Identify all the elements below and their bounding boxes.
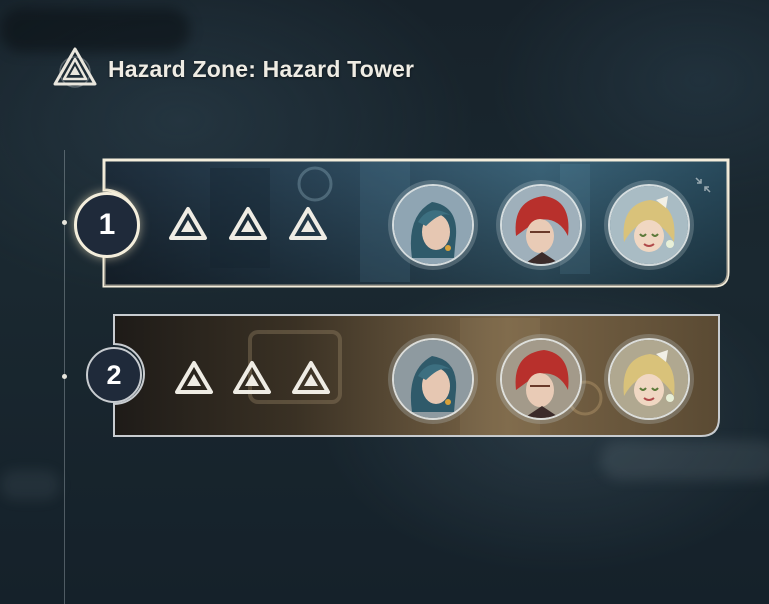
page-title: Hazard Zone: Hazard Tower bbox=[108, 55, 415, 82]
teal-haired-character-avatar[interactable] bbox=[392, 338, 474, 420]
page-header: Hazard Zone: Hazard Tower bbox=[52, 44, 414, 94]
hazard-star-icon bbox=[175, 361, 213, 394]
floor-number-badge: 1 bbox=[74, 192, 140, 258]
hazard-star-icon bbox=[289, 207, 327, 240]
floor-number-badge: 2 bbox=[86, 347, 142, 403]
floor-2-row[interactable] bbox=[100, 312, 730, 442]
timeline-tick bbox=[62, 374, 67, 379]
red-haired-character-avatar[interactable] bbox=[500, 338, 582, 420]
hazard-triangle-emblem-icon bbox=[53, 47, 97, 88]
hazard-star-icon bbox=[169, 207, 207, 240]
floor-1-row[interactable] bbox=[90, 154, 740, 304]
hazard-star-icon bbox=[292, 361, 330, 394]
red-haired-character-avatar[interactable] bbox=[500, 184, 582, 266]
background-streak bbox=[600, 440, 769, 480]
teal-haired-character-avatar[interactable] bbox=[392, 184, 474, 266]
hazard-star-icon bbox=[233, 361, 271, 394]
timeline-tick bbox=[62, 220, 67, 225]
collapse-icon[interactable] bbox=[694, 176, 712, 194]
blonde-haired-character-avatar[interactable] bbox=[608, 184, 690, 266]
blonde-haired-character-avatar[interactable] bbox=[608, 338, 690, 420]
background-streak bbox=[0, 470, 60, 500]
hazard-star-icon bbox=[229, 207, 267, 240]
